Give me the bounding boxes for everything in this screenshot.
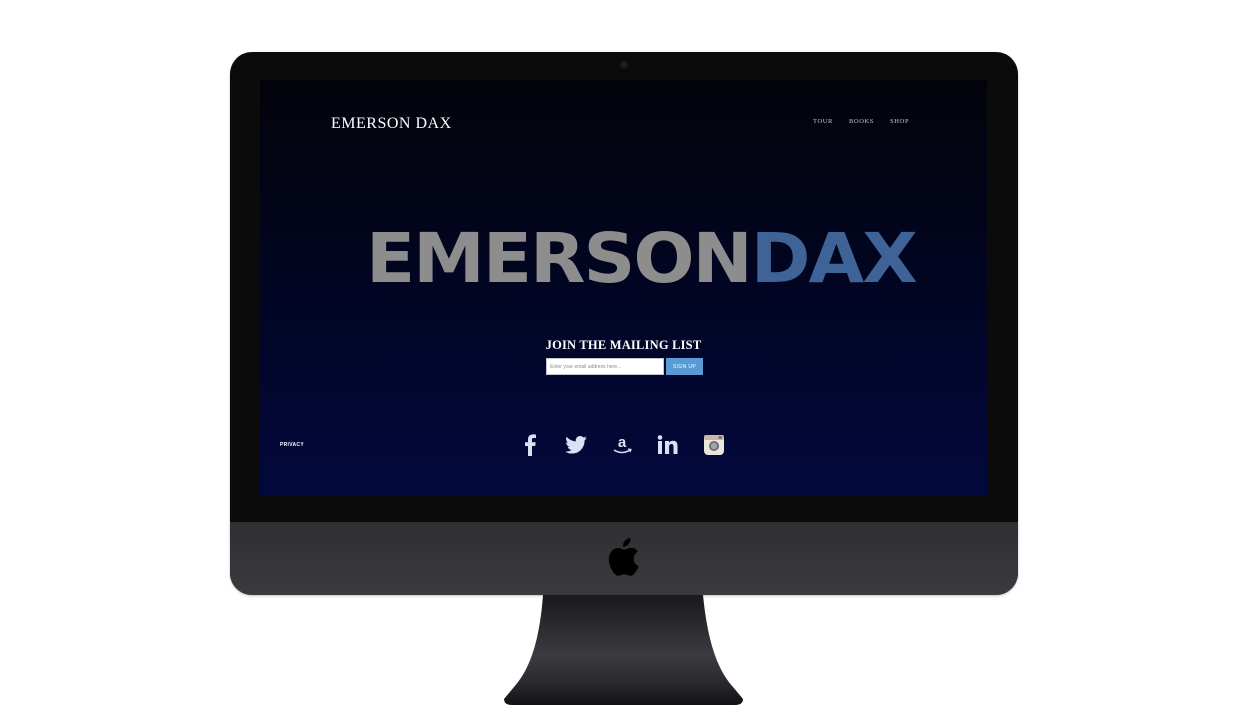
mailing-list-title: JOIN THE MAILING LIST [545,338,702,352]
twitter-icon[interactable] [564,434,588,456]
sign-up-button[interactable]: SIGN UP [666,358,703,375]
imac-stand [504,595,743,705]
nav-books-link[interactable]: BOOKS [849,118,874,125]
linkedin-icon[interactable] [656,434,680,456]
website-screen: EMERSON DAX TOUR BOOKS SHOP EMERSONDAX J… [260,80,987,495]
email-input[interactable] [546,358,664,375]
privacy-link[interactable]: PRIVACY [280,442,304,448]
apple-logo-icon [608,538,639,576]
site-logo[interactable]: EMERSON DAX [331,115,452,133]
hero-title: EMERSONDAX [366,224,918,292]
facebook-icon[interactable] [518,434,542,456]
instagram-icon[interactable] [702,434,726,456]
nav-shop-link[interactable]: SHOP [890,118,909,125]
signup-form: SIGN UP [546,358,703,375]
hero-title-second: DAX [750,218,918,298]
amazon-icon[interactable]: a [610,434,634,456]
nav-tour-link[interactable]: TOUR [813,118,833,125]
main-nav: TOUR BOOKS SHOP [813,118,909,125]
svg-text:a: a [618,434,627,451]
hero-title-first: EMERSON [366,218,753,298]
social-links: a [518,434,748,456]
camera-icon [621,62,627,68]
